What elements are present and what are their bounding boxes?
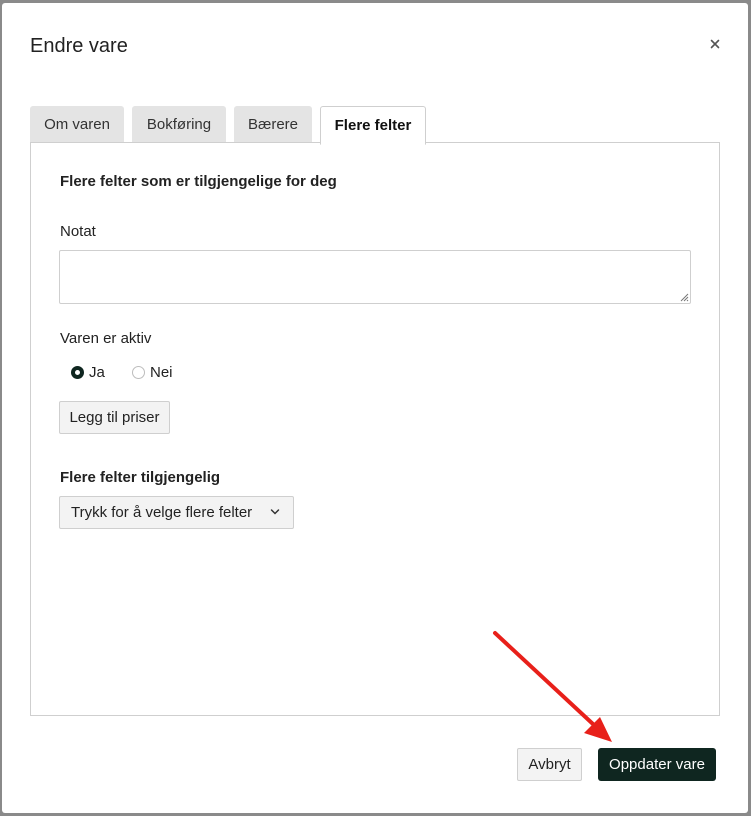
radio-label: Ja <box>89 363 105 381</box>
more-fields-select[interactable]: Trykk for å velge flere felter <box>59 496 294 529</box>
section-heading: Flere felter som er tilgjengelige for de… <box>60 173 337 190</box>
tab-label: Om varen <box>44 116 110 133</box>
select-value: Trykk for å velge flere felter <box>71 504 253 521</box>
resize-grip-icon[interactable] <box>677 290 689 302</box>
add-prices-button[interactable]: Legg til priser <box>59 401 170 434</box>
tab-baerere[interactable]: Bærere <box>234 106 312 143</box>
radio-active-yes[interactable]: Ja <box>71 363 105 381</box>
radio-checked-icon <box>71 365 84 379</box>
tab-label: Flere felter <box>334 117 412 134</box>
note-textarea[interactable] <box>59 250 691 304</box>
tab-flere-felter[interactable]: Flere felter <box>320 106 426 145</box>
radio-label: Nei <box>150 363 173 381</box>
dialog-title: Endre vare <box>30 35 128 57</box>
close-icon <box>710 39 720 49</box>
radio-unchecked-icon <box>132 365 145 379</box>
active-label: Varen er aktiv <box>60 330 152 347</box>
update-item-button[interactable]: Oppdater vare <box>598 748 716 781</box>
more-fields-label: Flere felter tilgjengelig <box>60 469 221 486</box>
tab-bokforing[interactable]: Bokføring <box>132 106 226 143</box>
edit-item-dialog: Endre vare Om varen Bokføring Bærere Fle… <box>2 3 748 813</box>
radio-active-no[interactable]: Nei <box>132 363 173 381</box>
note-label: Notat <box>60 223 96 240</box>
chevron-down-icon <box>270 509 280 515</box>
tab-om-varen[interactable]: Om varen <box>30 106 124 143</box>
cancel-button[interactable]: Avbryt <box>517 748 582 781</box>
tab-label: Bærere <box>247 116 299 133</box>
tab-panel-flere-felter: Flere felter som er tilgjengelige for de… <box>30 142 720 716</box>
close-button[interactable] <box>708 37 722 51</box>
tab-label: Bokføring <box>146 116 212 133</box>
